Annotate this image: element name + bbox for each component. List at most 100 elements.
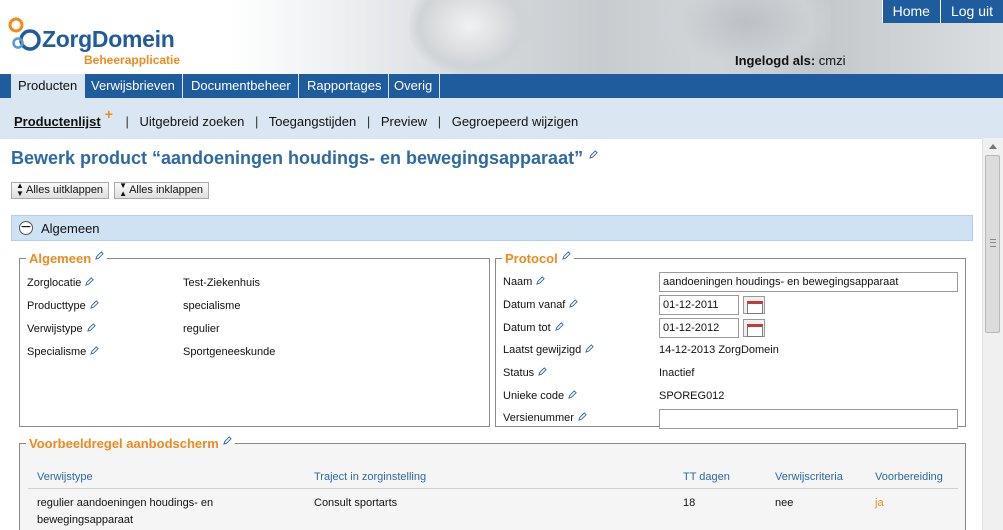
edit-pencil-icon[interactable]: [222, 436, 232, 445]
logout-link[interactable]: Log uit: [939, 0, 1003, 23]
edit-pencil-icon[interactable]: [89, 300, 99, 309]
field-value: Sportgeneeskunde: [183, 346, 276, 358]
logo-subtitle: Beheerapplicatie: [84, 53, 181, 67]
tab-producten[interactable]: Producten: [11, 74, 86, 98]
edit-pencil-icon[interactable]: [86, 323, 96, 332]
field-label-text: Unieke code: [503, 390, 565, 402]
field-label-text: Versienummer: [503, 412, 574, 424]
datum-tot-input[interactable]: 01-12-2012: [659, 318, 739, 338]
field-datum-vanaf-label: Datum vanaf: [503, 299, 579, 311]
zorgdomein-logo[interactable]: ZorgDomein Beheerapplicatie: [8, 14, 198, 68]
logo-rings-icon: [8, 17, 41, 51]
subnav-separator: |: [125, 114, 129, 129]
column-header: Traject in zorginstelling: [314, 471, 427, 483]
scrollbar-thumb[interactable]: [985, 155, 1000, 333]
field-label-text: Verwijstype: [27, 323, 83, 335]
edit-pencil-icon[interactable]: [554, 322, 564, 331]
collapse-toggle-icon[interactable]: −: [19, 220, 33, 235]
section-header-algemeen[interactable]: − Algemeen: [11, 215, 973, 241]
field-label-text: Specialisme: [27, 346, 87, 358]
logo-name: ZorgDomein: [42, 26, 175, 52]
calendar-icon[interactable]: [743, 296, 765, 314]
algemeen-legend-text: Algemeen: [29, 251, 92, 266]
edit-pencil-icon[interactable]: [536, 276, 546, 285]
subnav-preview[interactable]: Preview: [381, 114, 427, 129]
field-value: specialisme: [183, 300, 241, 312]
login-user: cmzi: [818, 53, 846, 68]
naam-input[interactable]: aandoeningen houdings- en bewegingsappar…: [659, 272, 958, 292]
expand-arrows-icon: ▲ ▼: [16, 181, 24, 198]
field-label-text: Naam: [503, 276, 533, 288]
edit-pencil-icon[interactable]: [85, 277, 95, 286]
tab-verwijsbrieven[interactable]: Verwijsbrieven: [84, 74, 183, 98]
voorbeeldregel-legend-text: Voorbeeldregel aanbodscherm: [29, 436, 219, 451]
field-label: Verwijstype: [27, 323, 96, 335]
subnav-gegroepeerd-wijzigen[interactable]: Gegroepeerd wijzigen: [452, 114, 578, 129]
field-label-text: Status: [503, 367, 535, 379]
subnav-productenlijst[interactable]: Productenlijst: [14, 114, 101, 129]
collapse-arrows-icon: ▼ ▲: [119, 181, 127, 198]
vertical-scrollbar[interactable]: [982, 138, 1003, 530]
field-label: Unieke code: [503, 390, 577, 402]
cell-criteria: nee: [775, 497, 794, 509]
calendar-icon[interactable]: [743, 319, 765, 337]
subnav: Productenlijst + | Uitgebreid zoeken | To…: [14, 106, 578, 129]
field-value: Inactief: [659, 367, 695, 379]
field-value: 14-12-2013 ZorgDomein: [659, 344, 779, 356]
tab-documentbeheer[interactable]: Documentbeheer: [184, 74, 299, 98]
edit-pencil-icon[interactable]: [585, 344, 595, 353]
field-datum-tot-label: Datum tot: [503, 322, 564, 334]
collapse-all-label: Alles inklappen: [129, 184, 204, 196]
scroll-up-arrow-icon[interactable]: [986, 141, 1000, 153]
tab-overig[interactable]: Overig: [387, 74, 441, 98]
edit-pencil-icon[interactable]: [589, 150, 598, 159]
edit-pencil-icon[interactable]: [578, 412, 587, 421]
algemeen-fieldset: Algemeen Zorglocatie Test-Ziekenhuis Pro…: [19, 251, 490, 427]
top-links: Home Log uit: [881, 0, 1003, 23]
protocol-fieldset: Protocol Naam aandoeningen houdings- en …: [495, 251, 966, 429]
field-naam-label: Naam: [503, 276, 546, 288]
field-label: Status: [503, 367, 547, 379]
edit-pencil-icon[interactable]: [538, 367, 547, 376]
algemeen-legend: Algemeen: [26, 251, 107, 266]
field-label: Producttype: [27, 300, 99, 312]
voorbeeldregel-legend: Voorbeeldregel aanbodscherm: [26, 436, 235, 451]
subnav-separator: |: [254, 114, 259, 129]
edit-pencil-icon[interactable]: [95, 251, 104, 260]
edit-pencil-icon[interactable]: [568, 390, 577, 399]
expand-collapse-buttons: ▲ ▼ Alles uitklappen ▼ ▲ Alles inklappen: [11, 181, 210, 199]
edit-pencil-icon[interactable]: [569, 299, 579, 308]
home-link[interactable]: Home: [881, 0, 940, 23]
field-label: Laatst gewijzigd: [503, 344, 595, 356]
cell-tt-dagen: 18: [683, 497, 696, 509]
versienummer-input[interactable]: [659, 409, 958, 429]
add-product-icon[interactable]: +: [105, 106, 113, 122]
subnav-uitgebreid-zoeken[interactable]: Uitgebreid zoeken: [140, 114, 245, 129]
cell-voorbereiding-link[interactable]: ja: [875, 495, 884, 512]
field-label-text: Zorglocatie: [27, 277, 82, 289]
column-header: Voorbereiding: [875, 471, 943, 483]
field-versienummer-label: Versienummer: [503, 412, 587, 424]
edit-pencil-icon[interactable]: [90, 346, 100, 355]
content-area: Bewerk product “aandoeningen houdings- e…: [0, 138, 982, 530]
subnav-toegangstijden[interactable]: Toegangstijden: [269, 114, 356, 129]
page-title-text: Bewerk product “aandoeningen houdings- e…: [11, 148, 584, 168]
cell-verwijstype-line2: bewegingsapparaat: [37, 514, 134, 526]
field-label-text: Datum vanaf: [503, 299, 566, 311]
page-title: Bewerk product “aandoeningen houdings- e…: [11, 148, 598, 169]
edit-pencil-icon[interactable]: [561, 251, 571, 260]
expand-all-button[interactable]: ▲ ▼ Alles uitklappen: [11, 181, 110, 199]
section-label: Algemeen: [41, 221, 100, 236]
datum-vanaf-input[interactable]: 01-12-2011: [659, 295, 739, 315]
subnav-separator: |: [366, 114, 371, 129]
collapse-all-button[interactable]: ▼ ▲ Alles inklappen: [114, 181, 210, 199]
field-label-text: Datum tot: [503, 322, 551, 334]
cell-verwijstype-line1: regulier aandoeningen houdings- en: [37, 497, 214, 509]
protocol-legend-text: Protocol: [505, 251, 558, 266]
field-label: Specialisme: [27, 346, 100, 358]
tab-rapportages[interactable]: Rapportages: [300, 74, 390, 98]
column-header: Verwijscriteria: [775, 471, 843, 483]
field-label-text: Laatst gewijzigd: [503, 344, 582, 356]
field-label: Zorglocatie: [27, 277, 95, 289]
voorbeeldregel-fieldset: Voorbeeldregel aanbodscherm Verwijstype …: [19, 436, 966, 530]
